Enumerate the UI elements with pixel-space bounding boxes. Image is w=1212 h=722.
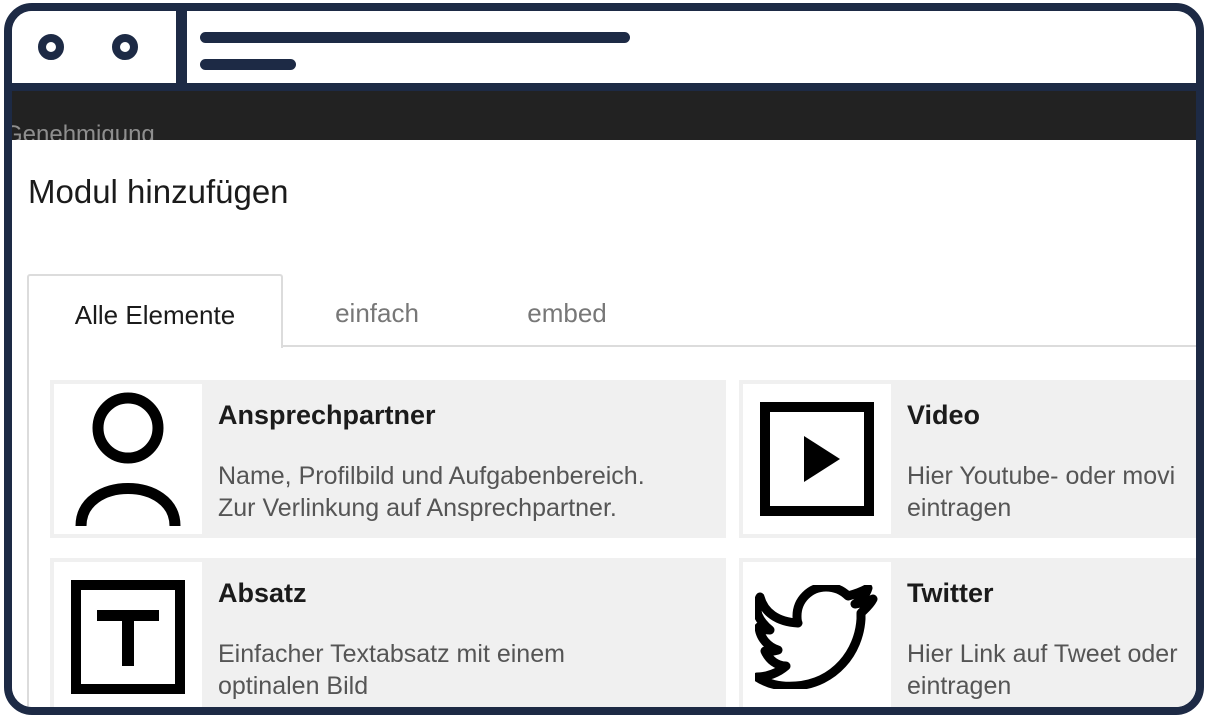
tab-einfach[interactable]: einfach: [287, 274, 467, 346]
video-play-icon: [743, 384, 891, 534]
module-title: Video: [907, 400, 981, 430]
modal-title: Modul hinzufügen: [28, 173, 289, 210]
titlebar-divider: [176, 11, 187, 83]
titlebar-border: [12, 83, 1196, 91]
module-card-absatz[interactable]: Absatz Einfacher Textabsatz mit einem op…: [50, 558, 726, 707]
address-bar-placeholder-line: [200, 32, 630, 43]
module-title: Twitter: [907, 578, 994, 608]
tab-panel-border: [27, 346, 29, 707]
module-card-ansprechpartner[interactable]: Ansprechpartner Name, Profilbild und Auf…: [50, 380, 726, 538]
module-description: Name, Profilbild und Aufgabenbereich. Zu…: [218, 462, 645, 522]
module-description: Hier Link auf Tweet oder eintragen: [907, 640, 1178, 700]
module-title: Ansprechpartner: [218, 400, 436, 430]
window-control-dot-icon[interactable]: [112, 34, 138, 60]
window-control-dot-icon[interactable]: [38, 34, 64, 60]
background-header-bar: Genehmigung: [12, 91, 1196, 140]
browser-window: Genehmigung Modul hinzufügen Alle Elemen…: [4, 3, 1204, 715]
modal-dialog: Modul hinzufügen Alle Elemente einfach e…: [12, 140, 1196, 707]
module-description: Hier Youtube- oder movi eintragen: [907, 462, 1176, 522]
module-card-video[interactable]: Video Hier Youtube- oder movi eintragen: [739, 380, 1196, 538]
tab-embed[interactable]: embed: [477, 274, 657, 346]
tab-bar: Alle Elemente einfach embed: [27, 274, 1196, 348]
module-description: Einfacher Textabsatz mit einem optinalen…: [218, 640, 565, 700]
twitter-bird-icon: [743, 562, 891, 707]
module-card-twitter[interactable]: Twitter Hier Link auf Tweet oder eintrag…: [739, 558, 1196, 707]
text-paragraph-icon: [54, 562, 202, 707]
tab-alle-elemente[interactable]: Alle Elemente: [27, 274, 283, 348]
address-bar-placeholder-line: [200, 59, 296, 70]
person-icon: [54, 384, 202, 534]
browser-titlebar: [12, 11, 1196, 83]
background-header-text: Genehmigung: [12, 121, 155, 140]
module-title: Absatz: [218, 578, 307, 608]
